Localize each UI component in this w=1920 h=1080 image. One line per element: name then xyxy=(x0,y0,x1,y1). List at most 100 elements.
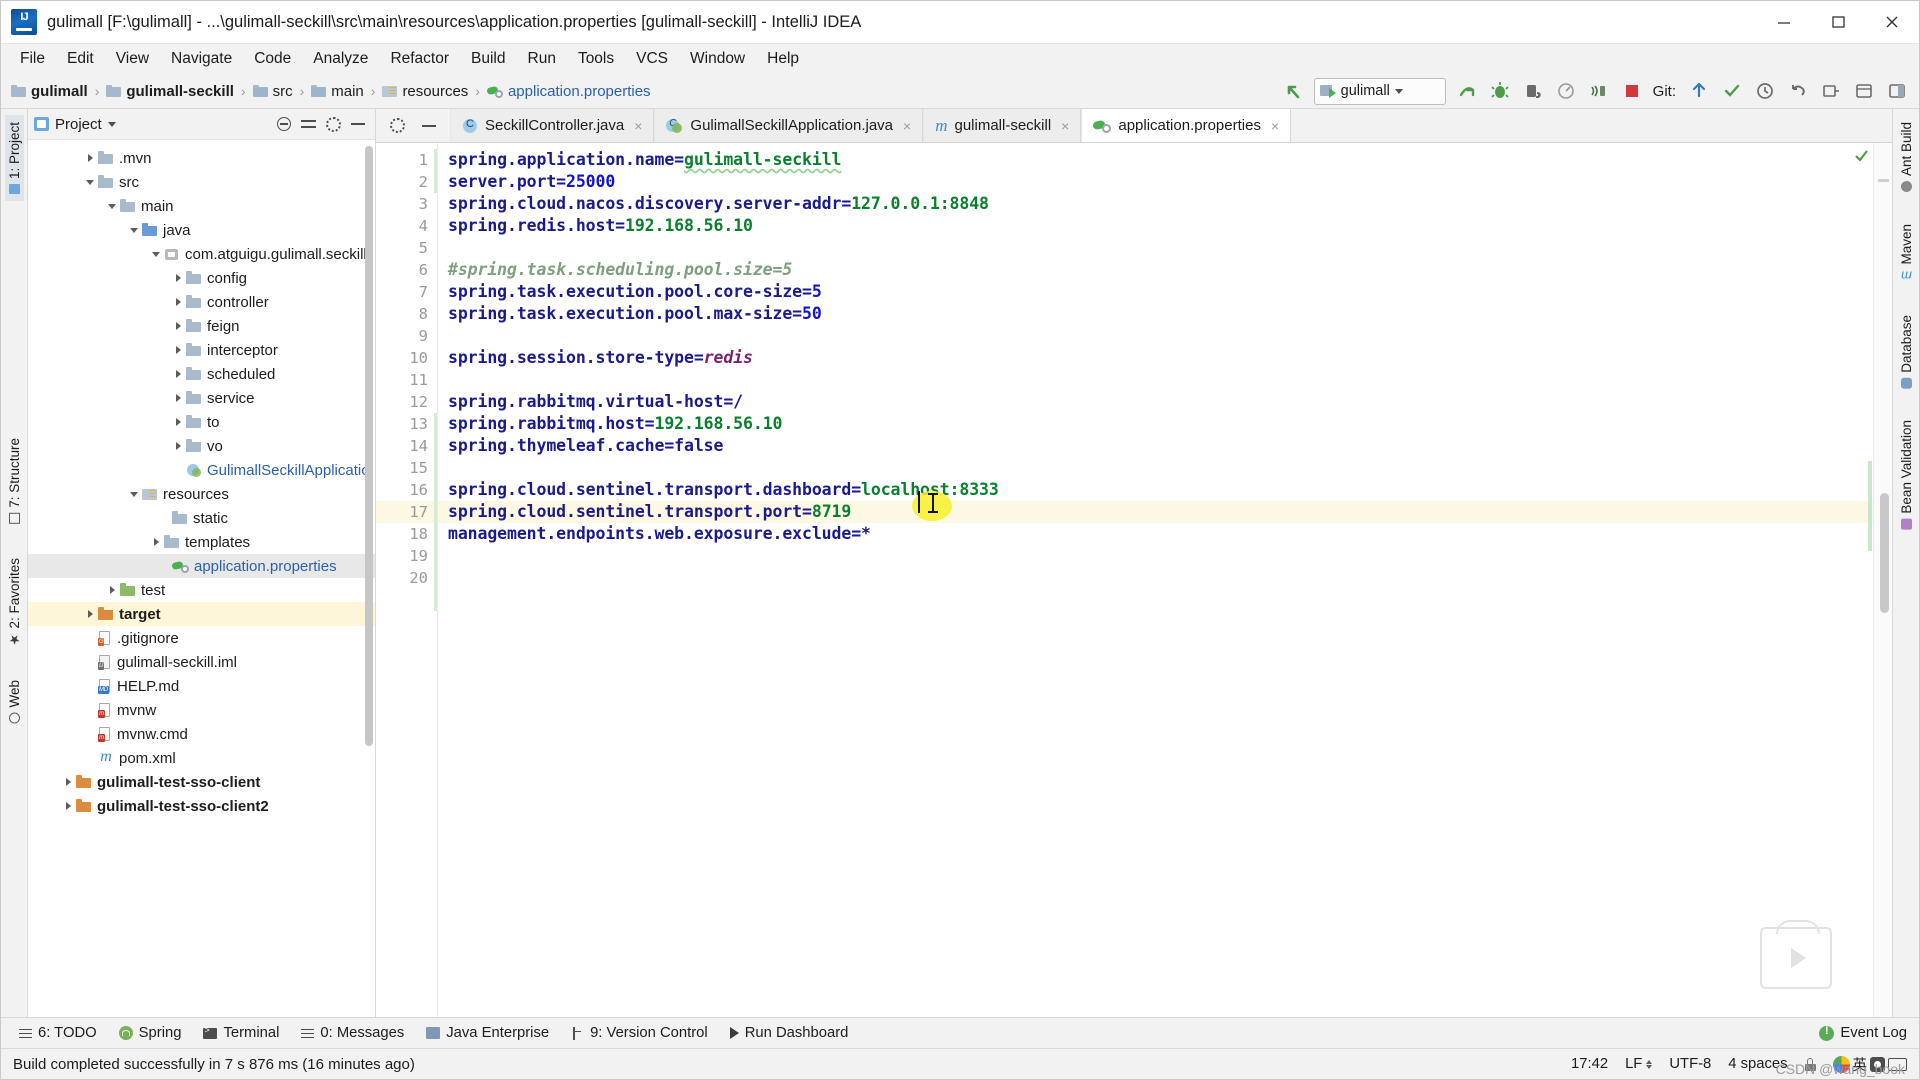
close-icon[interactable]: × xyxy=(903,118,911,134)
project-scrollbar[interactable] xyxy=(365,146,373,746)
tab-gulimall-seckill[interactable]: m gulimall-seckill × xyxy=(923,109,1082,142)
update-project-icon[interactable] xyxy=(1687,79,1711,103)
tree-item-src[interactable]: src xyxy=(28,170,375,194)
tree-item-interceptor[interactable]: interceptor xyxy=(28,338,375,362)
menu-window[interactable]: Window xyxy=(679,47,756,71)
event-log-icon[interactable] xyxy=(1819,1025,1835,1041)
tree-item-application-properties[interactable]: application.properties xyxy=(28,554,375,578)
run-icon[interactable] xyxy=(1455,79,1479,103)
chevron-right-icon[interactable] xyxy=(172,367,186,381)
sidebar-item-ant-build[interactable]: Ant Build xyxy=(1897,115,1916,199)
chevron-down-icon[interactable] xyxy=(106,199,120,213)
collapse-all-icon[interactable] xyxy=(301,118,316,130)
breadcrumb-src[interactable]: src xyxy=(252,83,293,100)
menu-build[interactable]: Build xyxy=(460,47,516,71)
editor-scrollbar[interactable] xyxy=(1880,493,1889,613)
rollback-icon[interactable] xyxy=(1786,79,1810,103)
chevron-right-icon[interactable] xyxy=(84,151,98,165)
settings-gear-icon[interactable] xyxy=(390,118,406,133)
chevron-right-icon[interactable] xyxy=(172,415,186,429)
tree-item-help-md[interactable]: MD HELP.md xyxy=(28,674,375,698)
tree-item-main[interactable]: main xyxy=(28,194,375,218)
profiler-icon[interactable] xyxy=(1554,79,1578,103)
tree-item-mvnw[interactable]: m mvnw xyxy=(28,698,375,722)
locate-icon[interactable] xyxy=(277,117,291,131)
chevron-down-icon[interactable] xyxy=(150,247,164,261)
tree-item-vo[interactable]: vo xyxy=(28,434,375,458)
minimize-icon[interactable] xyxy=(1757,1,1811,43)
menu-tools[interactable]: Tools xyxy=(567,47,625,71)
tab-seckill-controller[interactable]: SeckillController.java × xyxy=(450,109,655,142)
chevron-right-icon[interactable] xyxy=(172,391,186,405)
editor-gutter[interactable]: 1 2 3 4 5 6 7 8 9 10 11 12 13 14 15 16 1 xyxy=(376,143,438,1017)
hide-icon[interactable] xyxy=(421,124,436,127)
breadcrumb-resources[interactable]: resources xyxy=(382,83,468,100)
tree-item-resources[interactable]: resources xyxy=(28,482,375,506)
sidebar-item-project[interactable]: 1: Project xyxy=(4,115,24,202)
toolwindow-run-dashboard[interactable]: Run Dashboard xyxy=(720,1021,859,1045)
menu-view[interactable]: View xyxy=(105,47,160,71)
close-icon[interactable]: × xyxy=(1271,118,1279,134)
tree-item-sso-client2[interactable]: gulimall-test-sso-client2 xyxy=(28,794,375,818)
menu-refactor[interactable]: Refactor xyxy=(379,47,460,71)
toolwindow-terminal[interactable]: Terminal xyxy=(193,1021,289,1045)
search-everywhere-icon[interactable] xyxy=(1819,79,1843,103)
stop-icon[interactable] xyxy=(1620,79,1644,103)
commit-icon[interactable] xyxy=(1720,79,1744,103)
event-log-label[interactable]: Event Log xyxy=(1840,1025,1907,1041)
chevron-down-icon[interactable] xyxy=(107,121,116,127)
tree-item-pom-xml[interactable]: pom.xml xyxy=(28,746,375,770)
code-content[interactable]: spring.application.name=gulimall-seckill… xyxy=(438,143,1892,1017)
menu-vcs[interactable]: VCS xyxy=(625,47,679,71)
chevron-right-icon[interactable] xyxy=(106,583,120,597)
tree-item-sso-client[interactable]: gulimall-test-sso-client xyxy=(28,770,375,794)
chevron-right-icon[interactable] xyxy=(62,799,76,813)
chevron-right-icon[interactable] xyxy=(172,319,186,333)
menu-analyze[interactable]: Analyze xyxy=(302,47,379,71)
inspections-ok-icon[interactable] xyxy=(1855,149,1868,162)
tree-item-gulimall-seckill-application[interactable]: GulimallSeckillApplicatio xyxy=(28,458,375,482)
chevron-down-icon[interactable] xyxy=(128,223,142,237)
menu-code[interactable]: Code xyxy=(243,47,302,71)
menu-edit[interactable]: Edit xyxy=(56,47,105,71)
settings-gear-icon[interactable] xyxy=(326,116,341,132)
menu-navigate[interactable]: Navigate xyxy=(160,47,243,71)
tree-item-templates[interactable]: templates xyxy=(28,530,375,554)
chevron-right-icon[interactable] xyxy=(172,295,186,309)
menu-help[interactable]: Help xyxy=(756,47,810,71)
tree-item-config[interactable]: config xyxy=(28,266,375,290)
chevron-right-icon[interactable] xyxy=(172,343,186,357)
tree-item-target[interactable]: target xyxy=(28,602,375,626)
chevron-right-icon[interactable] xyxy=(62,775,76,789)
tree-item-package[interactable]: com.atguigu.gulimall.seckill xyxy=(28,242,375,266)
maximize-icon[interactable] xyxy=(1811,1,1865,43)
sidebar-item-favorites[interactable]: ★ 2: Favorites xyxy=(5,551,24,654)
toolwindow-todo[interactable]: 6: TODO xyxy=(9,1021,107,1045)
tree-item-controller[interactable]: controller xyxy=(28,290,375,314)
file-encoding[interactable]: UTF-8 xyxy=(1669,1056,1711,1072)
run-configuration-selector[interactable]: gulimall xyxy=(1313,77,1446,105)
run-coverage-icon[interactable] xyxy=(1521,79,1545,103)
toolwindow-messages[interactable]: 0: Messages xyxy=(291,1021,414,1045)
attach-icon[interactable] xyxy=(1587,79,1611,103)
tree-item-feign[interactable]: feign xyxy=(28,314,375,338)
chevron-right-icon[interactable] xyxy=(84,607,98,621)
breadcrumb-application-properties[interactable]: application.properties xyxy=(486,83,651,100)
history-icon[interactable] xyxy=(1753,79,1777,103)
tree-item-mvnw-cmd[interactable]: m mvnw.cmd xyxy=(28,722,375,746)
hide-icon[interactable] xyxy=(351,123,365,125)
sidebar-item-web[interactable]: Web xyxy=(5,673,24,731)
tree-item-java[interactable]: java xyxy=(28,218,375,242)
sidebar-item-bean-validation[interactable]: Bean Validation xyxy=(1897,413,1916,537)
editor-viewport[interactable]: 1 2 3 4 5 6 7 8 9 10 11 12 13 14 15 16 1 xyxy=(376,143,1892,1017)
breadcrumb-main[interactable]: main xyxy=(311,83,364,100)
chevron-down-icon[interactable] xyxy=(128,487,142,501)
tree-item-iml[interactable]: IJ gulimall-seckill.iml xyxy=(28,650,375,674)
sidebar-item-maven[interactable]: m Maven xyxy=(1897,217,1916,290)
breadcrumb-gulimall-seckill[interactable]: gulimall-seckill xyxy=(106,83,234,100)
toolwindow-version-control[interactable]: 9: Version Control xyxy=(561,1021,718,1045)
tree-item-test[interactable]: test xyxy=(28,578,375,602)
toolwindow-java-enterprise[interactable]: Java Enterprise xyxy=(416,1021,559,1045)
debug-icon[interactable] xyxy=(1488,79,1512,103)
error-stripe[interactable] xyxy=(1855,143,1892,1017)
